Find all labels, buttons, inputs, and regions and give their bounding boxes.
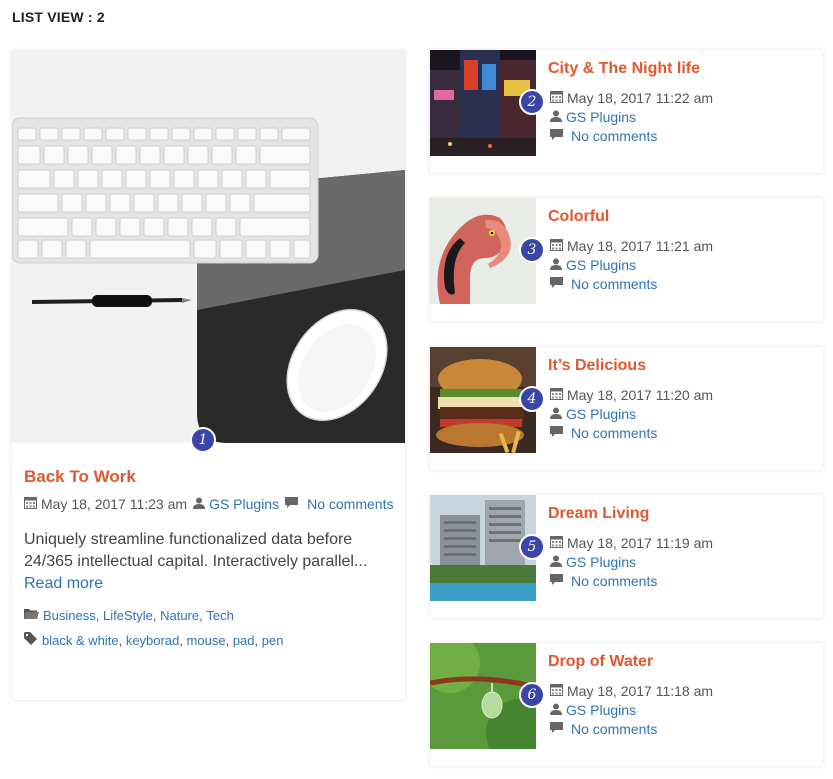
category-link[interactable]: LifeStyle: [103, 608, 153, 623]
post-date-row: May 18, 2017 11:19 am: [550, 535, 713, 551]
post-date: May 18, 2017 11:19 am: [567, 535, 714, 551]
comments-link[interactable]: No comments: [571, 425, 657, 441]
comments-link[interactable]: No comments: [571, 128, 657, 144]
post-title-link[interactable]: Dream Living: [548, 505, 649, 523]
post-date: May 18, 2017 11:21 am: [567, 238, 714, 254]
comment-icon: [285, 496, 299, 512]
comment-icon: [550, 721, 563, 737]
post-comments-row: No comments: [550, 276, 657, 292]
list-item: 5 Dream Living May 18, 2017 11:19 am GS …: [430, 495, 823, 618]
tag-link[interactable]: black & white: [42, 633, 119, 648]
post-date: May 18, 2017 11:22 am: [567, 90, 714, 106]
post-title-link[interactable]: Back To Work: [24, 467, 394, 487]
tags-list: black & white, keyborad, mouse, pad, pen: [24, 632, 394, 648]
comment-icon: [550, 573, 563, 589]
featured-post-image[interactable]: [12, 50, 405, 443]
category-link[interactable]: Nature: [160, 608, 199, 623]
user-icon: [550, 702, 562, 718]
post-author-row: GS Plugins: [550, 257, 636, 273]
post-author-row: GS Plugins: [550, 109, 636, 125]
folder-icon: [24, 608, 39, 623]
post-author-row: GS Plugins: [550, 554, 636, 570]
post-title-link[interactable]: Colorful: [548, 208, 609, 226]
list-item: 3 Colorful May 18, 2017 11:21 am GS Plug…: [430, 198, 823, 321]
number-badge: 4: [519, 386, 545, 412]
post-author-row: GS Plugins: [550, 702, 636, 718]
post-title-link[interactable]: Drop of Water: [548, 653, 653, 671]
author-link[interactable]: GS Plugins: [566, 406, 636, 422]
comments-link[interactable]: No comments: [307, 496, 393, 512]
post-author-row: GS Plugins: [550, 406, 636, 422]
post-date: May 18, 2017 11:23 am: [41, 496, 188, 512]
tag-link[interactable]: mouse: [187, 633, 226, 648]
list-item: 6 Drop of Water May 18, 2017 11:18 am GS…: [430, 643, 823, 766]
featured-post-content: Back To Work May 18, 2017 11:23 am GS Pl…: [24, 467, 394, 648]
read-more-link[interactable]: Read more: [24, 573, 394, 595]
comment-icon: [550, 276, 563, 292]
calendar-icon: [550, 238, 563, 254]
comments-link[interactable]: No comments: [571, 573, 657, 589]
author-link[interactable]: GS Plugins: [209, 496, 279, 512]
categories-list: Business, LifeStyle, Nature, Tech: [24, 608, 394, 623]
category-link[interactable]: Tech: [206, 608, 233, 623]
author-link[interactable]: GS Plugins: [566, 702, 636, 718]
user-icon: [550, 554, 562, 570]
number-badge: 1: [190, 427, 216, 453]
post-date-row: May 18, 2017 11:18 am: [550, 683, 713, 699]
post-meta: May 18, 2017 11:23 am GS Plugins No comm…: [24, 496, 394, 512]
comment-icon: [550, 425, 563, 441]
post-title-link[interactable]: It’s Delicious: [548, 357, 646, 375]
category-link[interactable]: Business: [43, 608, 96, 623]
post-comments-row: No comments: [550, 721, 657, 737]
page-heading: LIST VIEW : 2: [12, 9, 105, 25]
comments-link[interactable]: No comments: [571, 276, 657, 292]
calendar-icon: [550, 90, 563, 106]
author-link[interactable]: GS Plugins: [566, 554, 636, 570]
tag-link[interactable]: pen: [262, 633, 284, 648]
tag-icon: [24, 632, 38, 648]
post-title-link[interactable]: City & The Night life: [548, 60, 700, 78]
list-item: 2 City & The Night life May 18, 2017 11:…: [430, 50, 823, 173]
post-date-row: May 18, 2017 11:20 am: [550, 387, 713, 403]
user-icon: [550, 257, 562, 273]
calendar-icon: [550, 535, 563, 551]
comment-icon: [550, 128, 563, 144]
calendar-icon: [550, 387, 563, 403]
number-badge: 6: [519, 682, 545, 708]
comments-link[interactable]: No comments: [571, 721, 657, 737]
user-icon: [550, 109, 562, 125]
user-icon: [193, 496, 206, 512]
post-comments-row: No comments: [550, 128, 657, 144]
user-icon: [550, 406, 562, 422]
author-link[interactable]: GS Plugins: [566, 257, 636, 273]
number-badge: 5: [519, 534, 545, 560]
post-excerpt: Uniquely streamline functionalized data …: [24, 531, 368, 570]
number-badge: 2: [519, 89, 545, 115]
post-date: May 18, 2017 11:18 am: [567, 683, 714, 699]
post-date: May 18, 2017 11:20 am: [567, 387, 714, 403]
post-comments-row: No comments: [550, 425, 657, 441]
tag-link[interactable]: keyborad: [126, 633, 179, 648]
featured-post-card: 1 Back To Work May 18, 2017 11:23 am GS …: [12, 50, 405, 700]
tag-link[interactable]: pad: [233, 633, 255, 648]
author-link[interactable]: GS Plugins: [566, 109, 636, 125]
calendar-icon: [550, 683, 563, 699]
post-date-row: May 18, 2017 11:22 am: [550, 90, 713, 106]
list-item: 4 It’s Delicious May 18, 2017 11:20 am G…: [430, 347, 823, 470]
post-date-row: May 18, 2017 11:21 am: [550, 238, 713, 254]
number-badge: 3: [519, 237, 545, 263]
calendar-icon: [24, 496, 37, 512]
post-comments-row: No comments: [550, 573, 657, 589]
